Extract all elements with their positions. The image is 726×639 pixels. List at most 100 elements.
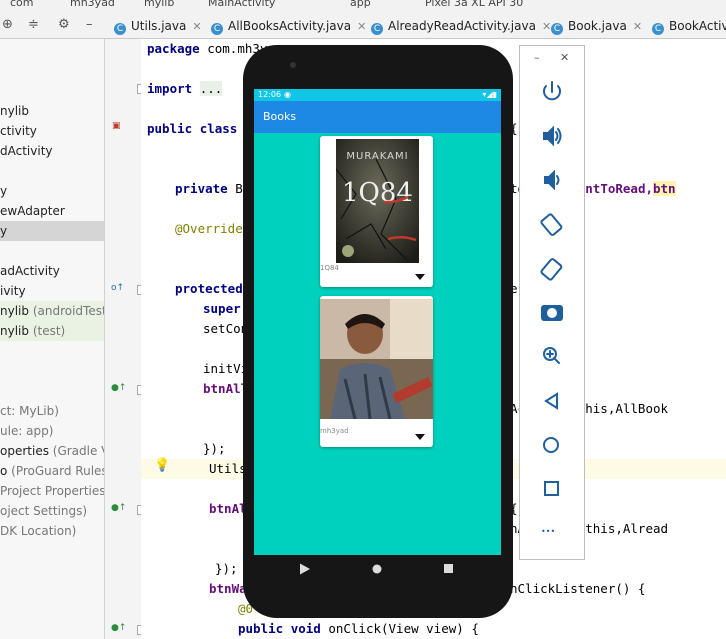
code-line: }); <box>203 441 226 456</box>
override-marker-icon[interactable]: o↑ <box>111 283 124 293</box>
book-cover-image: MURAKAMI 1Q84 <box>335 139 419 263</box>
tree-item[interactable]: ctivity <box>0 121 104 141</box>
breadcrumb-item[interactable]: mh3yad <box>70 0 115 9</box>
code-line: @Override <box>175 221 243 236</box>
code-line: btnAll <box>203 381 249 396</box>
code-line: private Bu <box>175 181 250 196</box>
code-line: super <box>203 301 241 316</box>
tree-item-android-test[interactable]: nylib (androidTest) <box>0 301 104 321</box>
code-line: btnAl <box>209 501 247 516</box>
book-name: mh3yad <box>320 427 349 435</box>
class-icon: C <box>652 23 664 35</box>
tree-item-gradle[interactable]: o (ProGuard Rules fo <box>0 461 104 481</box>
code-line: import ... <box>147 81 223 96</box>
app-bar: Books <box>254 101 501 133</box>
tree-item[interactable]: y <box>0 181 104 201</box>
camera-icon <box>290 62 296 68</box>
editor-gutter <box>105 39 141 639</box>
chevron-down-icon[interactable] <box>415 274 425 280</box>
project-panel: nylib ctivity dActivity y ewAdapter y ad… <box>0 39 105 639</box>
power-icon[interactable] <box>543 81 561 101</box>
tab-label: AllBooksActivity.java <box>228 19 352 33</box>
tree-item-gradle[interactable]: ule: app) <box>0 421 104 441</box>
close-icon[interactable]: ✕ <box>192 20 201 33</box>
tree-item[interactable]: nylib <box>0 101 104 121</box>
lightbulb-icon[interactable]: 💡 <box>154 458 170 473</box>
breadcrumb-item[interactable]: MainActivity <box>208 0 275 9</box>
tab-alreadyread[interactable]: C AlreadyReadActivity.java ✕ <box>371 14 551 38</box>
book-card[interactable]: MURAKAMI 1Q84 1Q84 <box>320 136 433 287</box>
tree-item-gradle[interactable]: oject Settings) <box>0 501 104 521</box>
device-select[interactable]: Pixel 3a XL API 30 <box>425 0 523 9</box>
class-icon: C <box>551 23 563 35</box>
volume-down-icon[interactable] <box>544 169 560 191</box>
recents-icon[interactable] <box>444 564 453 573</box>
collapse-icon[interactable]: ≑ <box>28 17 39 32</box>
tab-label: BookActiv <box>669 19 726 33</box>
svg-text:1Q84: 1Q84 <box>342 178 413 208</box>
tab-book[interactable]: C Book.java ✕ <box>551 14 642 38</box>
gear-icon[interactable]: ⚙ <box>58 17 70 32</box>
close-icon[interactable]: ✕ <box>357 20 366 33</box>
back-icon[interactable] <box>544 392 558 410</box>
class-icon: C <box>211 23 223 35</box>
tree-item[interactable]: ewAdapter <box>0 201 104 221</box>
run-config-select[interactable]: app <box>350 0 371 9</box>
chevron-down-icon[interactable] <box>415 434 425 440</box>
book-name: 1Q84 <box>320 264 339 272</box>
more-icon[interactable]: ••• <box>541 527 555 536</box>
tree-item[interactable]: adActivity <box>0 261 104 281</box>
tab-label: Utils.java <box>131 19 187 33</box>
tab-bookactivity[interactable]: C BookActiv <box>652 14 726 38</box>
class-icon: C <box>371 23 383 35</box>
code-line: public void onClick(View view) { <box>238 621 479 636</box>
emulator-screen[interactable]: 12:06 ◉ ▾◢▮ Books MURAKAMI 1Q84 1Q84 mh3… <box>254 89 501 555</box>
activity-marker-icon[interactable]: ▣ <box>112 121 121 131</box>
close-icon[interactable]: ✕ <box>542 20 551 33</box>
tab-allbooks[interactable]: C AllBooksActivity.java ✕ <box>211 14 366 38</box>
code-line: Utils <box>209 461 247 476</box>
volume-up-icon[interactable] <box>543 125 562 147</box>
tab-utils[interactable]: C Utils.java ✕ <box>114 14 202 38</box>
home-icon[interactable] <box>543 437 559 453</box>
svg-text:MURAKAMI: MURAKAMI <box>346 151 408 162</box>
class-icon: C <box>114 23 126 35</box>
battery-icon: ▾◢▮ <box>482 90 497 99</box>
tree-item[interactable]: ivity <box>0 281 104 301</box>
tab-label: Book.java <box>568 19 627 33</box>
tree-item-gradle[interactable]: ct: MyLib) <box>0 401 104 421</box>
tree-item-gradle[interactable]: Project Properties) <box>0 481 104 501</box>
editor-tab-bar: ⊕ ≑ ⚙ – C Utils.java ✕ C AllBooksActivity.j… <box>0 14 726 39</box>
hide-panel-icon[interactable]: – <box>86 17 93 32</box>
zoom-icon[interactable] <box>543 347 560 364</box>
lambda-marker-icon[interactable]: ●↑ <box>111 623 126 633</box>
book-card[interactable]: mh3yad <box>320 296 433 447</box>
lambda-marker-icon[interactable]: ●↑ <box>111 503 126 513</box>
tab-label: AlreadyReadActivity.java <box>388 19 536 33</box>
home-icon[interactable] <box>372 564 382 574</box>
code-line: initVi <box>203 361 249 376</box>
rotate-left-icon[interactable] <box>540 213 563 236</box>
target-icon[interactable]: ⊕ <box>2 17 13 32</box>
status-time: 12:06 <box>258 90 282 99</box>
tree-item-gradle[interactable]: DK Location) <box>0 521 104 541</box>
tree-item-test[interactable]: nylib (test) <box>0 321 104 341</box>
code-line: }); <box>215 561 238 576</box>
tree-item[interactable]: dActivity <box>0 141 104 161</box>
back-icon[interactable] <box>300 563 310 575</box>
book-cover-image <box>320 299 433 420</box>
breadcrumb-bar: com mh3yad mylib MainActivity app Pixel … <box>0 0 726 14</box>
lambda-marker-icon[interactable]: ●↑ <box>111 383 126 393</box>
breadcrumb-item[interactable]: com <box>10 0 34 9</box>
camera-icon[interactable] <box>541 305 563 321</box>
overview-icon[interactable] <box>544 481 559 496</box>
emulator-control-panel: – ✕ ••• <box>519 45 585 560</box>
code-line: protected <box>175 281 243 296</box>
breadcrumb-item[interactable]: mylib <box>144 0 174 9</box>
code-line: btnWa <box>209 581 247 596</box>
close-icon[interactable]: ✕ <box>633 20 642 33</box>
android-nav-bar <box>254 555 501 583</box>
tree-item-selected[interactable]: y <box>0 221 104 241</box>
rotate-right-icon[interactable] <box>540 258 563 281</box>
tree-item-gradle[interactable]: operties (Gradle Vers <box>0 441 104 461</box>
